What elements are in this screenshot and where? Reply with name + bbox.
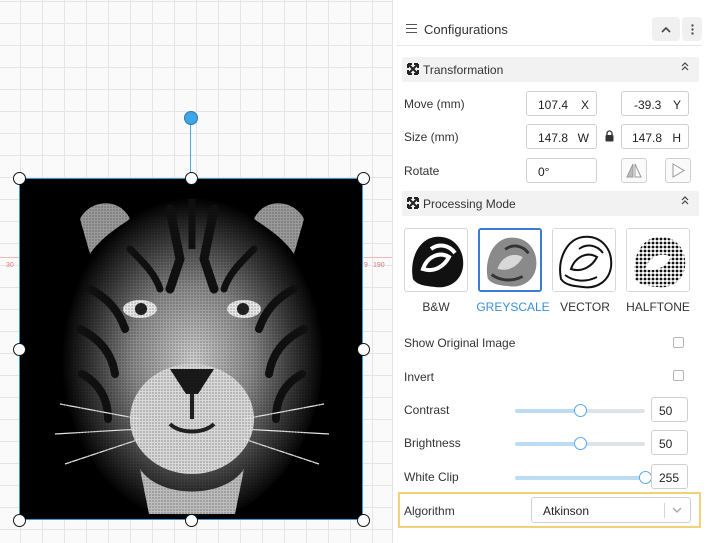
algorithm-label: Algorithm (404, 504, 455, 518)
double-chevron-up-icon (681, 62, 689, 74)
select-divider (664, 503, 665, 518)
chevron-up-icon (661, 26, 671, 33)
transform-icon (407, 63, 419, 78)
flip-vertical-icon (672, 163, 685, 178)
size-label: Size (mm) (404, 130, 459, 144)
resize-handle-bottom-center[interactable] (185, 514, 198, 527)
size-h-input[interactable]: 147.8 H (621, 124, 689, 149)
chevron-down-icon (671, 501, 683, 522)
white-clip-input[interactable]: 255 (651, 464, 688, 489)
mode-card-vector[interactable] (552, 228, 616, 292)
invert-label: Invert (404, 370, 435, 384)
brightness-slider-fill (515, 442, 580, 446)
rotate-input[interactable]: 0° (526, 158, 597, 183)
workspace-canvas[interactable]: 30 9 190 (0, 0, 392, 543)
white-clip-label: White Clip (404, 470, 459, 484)
panel-title: Configurations (424, 22, 508, 37)
mode-card-bw[interactable] (404, 228, 468, 292)
contrast-slider[interactable] (515, 404, 645, 417)
move-x-input[interactable]: 107.4 X (526, 91, 597, 116)
move-y-value: -39.3 (634, 98, 662, 112)
kebab-menu-icon (690, 23, 694, 35)
processing-mode-title: Processing Mode (423, 197, 516, 211)
contrast-slider-thumb[interactable] (574, 404, 587, 417)
algorithm-select[interactable]: Atkinson (531, 497, 691, 523)
contrast-label: Contrast (404, 403, 450, 417)
resize-handle-bottom-right[interactable] (357, 514, 370, 527)
mode-card-greyscale[interactable] (478, 228, 542, 292)
ruler-label-left: 30 (6, 262, 14, 269)
algorithm-value: Atkinson (543, 504, 590, 518)
transformation-section-header[interactable]: Transformation (402, 57, 699, 82)
mode-label-vector[interactable]: VECTOR (545, 300, 625, 314)
panel-header: Configurations (396, 12, 702, 46)
contrast-input[interactable]: 50 (651, 397, 688, 422)
move-label: Move (mm) (404, 97, 465, 111)
brightness-input[interactable]: 50 (651, 430, 688, 455)
size-w-unit: W (577, 131, 589, 145)
tiger-image-art (20, 179, 362, 519)
move-y-input[interactable]: -39.3 Y (621, 91, 689, 116)
double-chevron-up-icon (681, 196, 689, 208)
hamburger-icon[interactable] (406, 24, 417, 34)
show-original-label: Show Original Image (404, 336, 516, 350)
resize-handle-middle-right[interactable] (357, 343, 370, 356)
processing-mode-icon (407, 197, 419, 212)
bw-preview-icon (405, 229, 467, 291)
invert-checkbox[interactable] (673, 370, 684, 381)
white-clip-slider[interactable] (515, 471, 652, 484)
contrast-slider-fill (515, 409, 580, 413)
move-x-unit: X (580, 98, 589, 112)
transformation-title: Transformation (423, 63, 504, 77)
mode-label-greyscale[interactable]: GREYSCALE (473, 300, 553, 314)
size-w-value: 147.8 (538, 131, 569, 145)
move-y-unit: Y (672, 98, 681, 112)
brightness-slider-thumb[interactable] (574, 437, 587, 450)
white-clip-slider-fill (515, 476, 645, 480)
brightness-label: Brightness (404, 436, 461, 450)
resize-handle-top-center[interactable] (185, 172, 198, 185)
show-original-checkbox[interactable] (673, 337, 684, 348)
collapse-panel-button[interactable] (652, 17, 680, 41)
flip-horizontal-icon (626, 163, 642, 178)
size-w-input[interactable]: 147.8 W (526, 124, 597, 149)
lock-icon[interactable] (605, 130, 614, 142)
size-h-unit: H (672, 131, 681, 145)
ruler-label-right: 190 (373, 262, 385, 269)
halftone-preview-icon (627, 229, 689, 291)
tiger-image[interactable] (19, 178, 363, 520)
rotate-stem (190, 120, 191, 178)
flip-vertical-button[interactable] (665, 158, 691, 183)
size-h-value: 147.8 (632, 131, 663, 145)
flip-horizontal-button[interactable] (621, 158, 647, 183)
mode-label-bw[interactable]: B&W (396, 300, 476, 314)
brightness-slider[interactable] (515, 437, 645, 450)
resize-handle-top-left[interactable] (13, 172, 26, 185)
ruler-label-mid: 9 (364, 262, 368, 269)
processing-mode-section-header[interactable]: Processing Mode (402, 191, 699, 216)
vector-preview-icon (553, 229, 615, 291)
resize-handle-bottom-left[interactable] (13, 514, 26, 527)
rotate-handle[interactable] (184, 111, 198, 125)
mode-card-halftone[interactable] (626, 228, 690, 292)
rotate-label: Rotate (404, 164, 440, 178)
resize-handle-top-right[interactable] (357, 172, 370, 185)
rotate-value: 0° (538, 165, 550, 179)
panel-menu-button[interactable] (682, 17, 702, 41)
move-x-value: 107.4 (538, 98, 569, 112)
greyscale-preview-icon (480, 230, 540, 290)
mode-label-halftone[interactable]: HALFTONE (618, 300, 698, 314)
resize-handle-middle-left[interactable] (13, 343, 26, 356)
